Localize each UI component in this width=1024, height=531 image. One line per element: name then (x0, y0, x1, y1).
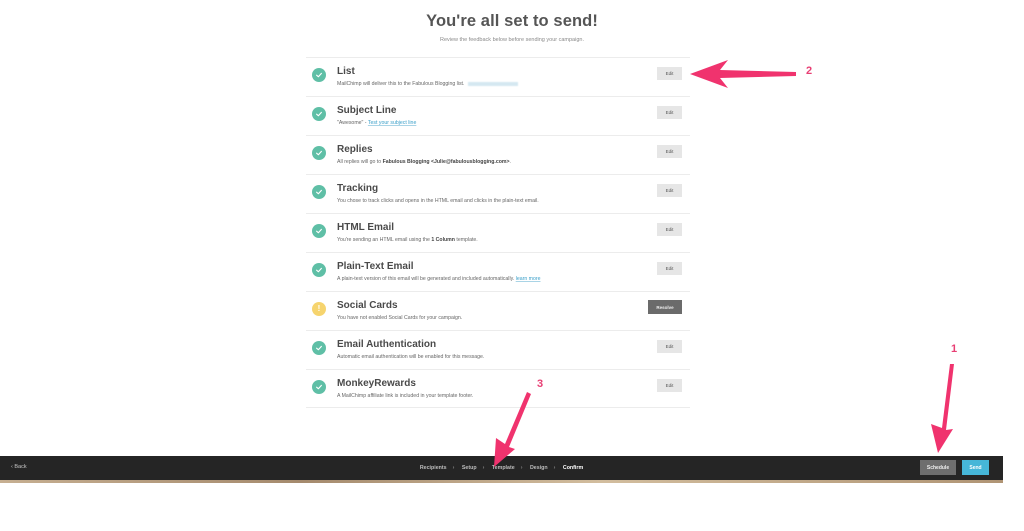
item-description: A plain-text version of this email will … (337, 276, 540, 282)
item-description: You chose to track clicks and opens in t… (337, 198, 539, 204)
step-confirm[interactable]: Confirm (563, 465, 583, 471)
reply-to-address: Fabulous Blogging <Julie@fabulousbloggin… (382, 159, 510, 165)
warning-icon: ! (312, 302, 326, 316)
item-title: Email Authentication (337, 339, 437, 350)
item-title: List (337, 66, 355, 77)
checklist-item-replies: Replies All replies will go to Fabulous … (306, 135, 690, 174)
item-description-text: template. (454, 237, 478, 243)
item-title: HTML Email (337, 222, 395, 233)
item-description: "Awesome" - Test your subject line (337, 120, 416, 126)
item-description-text: MailChimp will deliver this to the Fabul… (337, 81, 465, 87)
item-description-text: "Awesome" - (337, 120, 368, 126)
step-recipients[interactable]: Recipients (420, 465, 447, 471)
annotation-number-2: 2 (806, 65, 813, 77)
item-description: You have not enabled Social Cards for yo… (337, 315, 463, 321)
checklist-item-list: List MailChimp will deliver this to the … (306, 57, 690, 96)
test-subject-line-link[interactable]: Test your subject line (368, 120, 416, 126)
checklist-item-plain-text-email: Plain-Text Email A plain-text version of… (306, 252, 690, 291)
item-description-text: . (509, 159, 511, 165)
step-template[interactable]: Template (492, 465, 515, 471)
edit-tracking-button[interactable]: Edit (657, 184, 682, 197)
checklist-item-tracking: Tracking You chose to track clicks and o… (306, 174, 690, 213)
checklist-item-email-authentication: Email Authentication Automatic email aut… (306, 330, 690, 369)
annotation-arrow-1 (931, 364, 954, 453)
step-design[interactable]: Design (530, 465, 548, 471)
item-description: A MailChimp affiliate link is included i… (337, 393, 474, 399)
chevron-right-icon: › (553, 465, 556, 471)
item-title: Social Cards (337, 300, 398, 311)
chevron-right-icon: › (482, 465, 485, 471)
item-description: You're sending an HTML email using the 1… (337, 237, 478, 243)
item-description: Automatic email authentication will be e… (337, 354, 485, 360)
edit-html-email-button[interactable]: Edit (657, 223, 682, 236)
template-name: 1 Column (431, 237, 455, 243)
resolve-social-cards-button[interactable]: Resolve (648, 300, 682, 314)
schedule-button[interactable]: Schedule (920, 460, 956, 475)
item-title: Replies (337, 144, 373, 155)
checklist-item-subject-line: Subject Line "Awesome" - Test your subje… (306, 96, 690, 135)
check-icon (312, 68, 326, 82)
check-icon (312, 146, 326, 160)
blurred-redaction (468, 81, 519, 86)
edit-replies-button[interactable]: Edit (657, 145, 682, 158)
check-icon (312, 185, 326, 199)
page-title: You're all set to send! (426, 12, 598, 30)
chevron-right-icon: › (520, 465, 523, 471)
annotation-arrow-2 (690, 60, 796, 88)
checklist-item-html-email: HTML Email You're sending an HTML email … (306, 213, 690, 252)
checklist-item-monkeyrewards: MonkeyRewards A MailChimp affiliate link… (306, 369, 690, 408)
item-title: Tracking (337, 183, 379, 194)
chevron-right-icon: › (452, 465, 455, 471)
item-description: All replies will go to Fabulous Blogging… (337, 159, 511, 165)
check-icon (312, 224, 326, 238)
check-icon (312, 341, 326, 355)
learn-more-link[interactable]: learn more (516, 276, 541, 282)
check-icon (312, 263, 326, 277)
edit-list-button[interactable]: Edit (657, 67, 682, 80)
annotation-number-1: 1 (951, 343, 958, 355)
page-subtitle: Review the feedback below before sending… (439, 37, 584, 43)
item-description-text: You're sending an HTML email using the (337, 237, 432, 243)
check-icon (312, 107, 326, 121)
item-description-text: All replies will go to (337, 159, 383, 165)
checklist: List MailChimp will deliver this to the … (306, 57, 690, 408)
step-setup[interactable]: Setup (462, 465, 477, 471)
item-title: Plain-Text Email (337, 261, 414, 272)
item-title: MonkeyRewards (337, 378, 416, 389)
edit-monkeyrewards-button[interactable]: Edit (657, 379, 682, 392)
item-description-text: A plain-text version of this email will … (337, 276, 516, 282)
annotation-number-3: 3 (537, 378, 544, 390)
checklist-item-social-cards: ! Social Cards You have not enabled Soci… (306, 291, 690, 330)
footer-bar: ‹ Back Recipients › Setup › Template › Desi… (0, 456, 1003, 480)
send-button[interactable]: Send (962, 460, 989, 475)
step-breadcrumb: Recipients › Setup › Template › Design › Con… (0, 465, 1003, 471)
page-header: You're all set to send! Review the feedb… (0, 0, 1024, 43)
edit-subject-line-button[interactable]: Edit (657, 106, 682, 119)
item-title: Subject Line (337, 105, 397, 116)
edit-email-authentication-button[interactable]: Edit (657, 340, 682, 353)
footer-edge (0, 480, 1003, 483)
check-icon (312, 380, 326, 394)
edit-plain-text-email-button[interactable]: Edit (657, 262, 682, 275)
item-description: MailChimp will deliver this to the Fabul… (337, 81, 519, 87)
